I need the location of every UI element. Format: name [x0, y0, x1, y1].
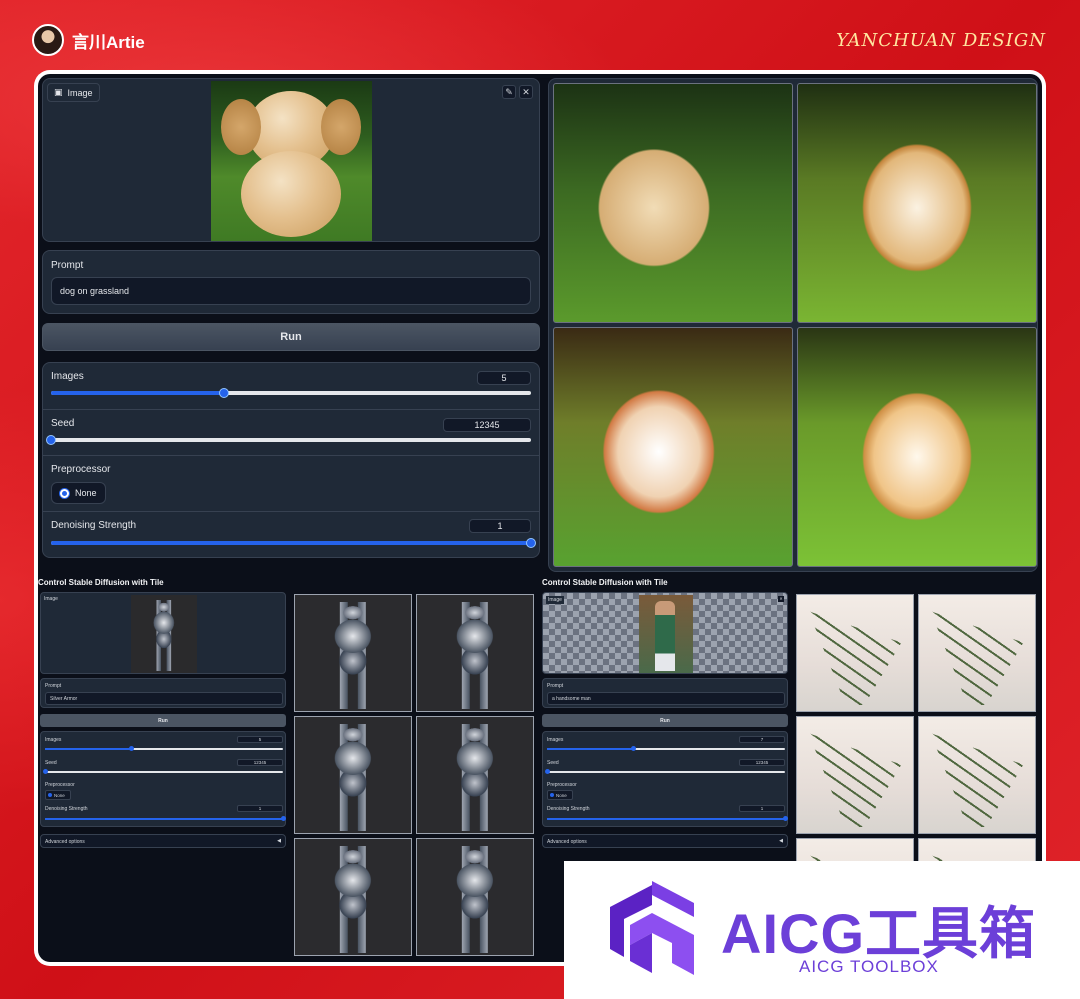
close-icon[interactable]: ✕: [778, 596, 784, 602]
seed-label: Seed: [51, 418, 75, 429]
seed-slider-thumb[interactable]: [46, 435, 56, 445]
mini-images-slider[interactable]: [45, 746, 283, 751]
mini-denoising-slider[interactable]: [45, 816, 286, 821]
advanced-options[interactable]: Advanced options ◀: [40, 834, 286, 848]
mini-prompt-panel: Prompt a handsome man: [542, 678, 788, 708]
mini-settings-panel: Images 5 Seed 12345 Preprocessor None De…: [40, 731, 286, 827]
demo-title: Control Stable Diffusion with Tile: [38, 578, 164, 587]
screenshot-frame: ▣ Image ✎ ✕ Prompt dog on grassland Run …: [34, 70, 1046, 966]
gallery-image[interactable]: [796, 716, 914, 834]
gallery-image[interactable]: [416, 716, 534, 834]
denoising-slider-thumb[interactable]: [526, 538, 536, 548]
prompt-panel: Prompt dog on grassland: [42, 250, 540, 314]
close-icon[interactable]: ✕: [519, 85, 533, 99]
seed-row: Seed 12345: [43, 410, 539, 456]
collapse-arrow-icon: ◀: [779, 838, 783, 844]
denoising-label: Denoising Strength: [51, 520, 137, 531]
aicg-logo-icon: [610, 881, 694, 975]
pencil-icon[interactable]: ✎: [502, 85, 516, 99]
image-label: ▣ Image: [47, 83, 100, 102]
author-brand: 言川Artie: [32, 24, 145, 56]
output-gallery: [548, 78, 1038, 572]
preprocessor-row: Preprocessor None: [43, 456, 539, 512]
seed-number[interactable]: 12345: [443, 418, 531, 432]
gallery-image[interactable]: [294, 838, 412, 956]
source-image: [211, 81, 372, 241]
collapse-arrow-icon: ◀: [277, 838, 281, 844]
settings-panel: Images 5 Seed 12345 Preprocessor None De…: [42, 362, 540, 558]
gallery-image[interactable]: [294, 716, 412, 834]
denoising-number[interactable]: 1: [469, 519, 531, 533]
mini-denoising-slider[interactable]: [547, 816, 788, 821]
mini-prompt-input[interactable]: a handsome man: [547, 692, 785, 705]
seed-slider[interactable]: [46, 435, 531, 445]
gallery-image[interactable]: [553, 327, 793, 567]
preprocessor-radio-none[interactable]: None: [51, 482, 106, 504]
radio-selected-icon: [60, 488, 69, 498]
mini-run-button[interactable]: Run: [40, 714, 286, 727]
mini-seed-slider[interactable]: [545, 769, 785, 774]
gallery-image[interactable]: [416, 838, 534, 956]
gallery-image[interactable]: [918, 594, 1036, 712]
mini-prompt-panel: Prompt Silver Armor: [40, 678, 286, 708]
gallery-image[interactable]: [294, 594, 412, 712]
mini-run-button[interactable]: Run: [542, 714, 788, 727]
aicg-watermark: AICG工具箱 AICG TOOLBOX: [564, 861, 1080, 999]
gallery-image[interactable]: [918, 716, 1036, 834]
preprocessor-label: Preprocessor: [51, 464, 111, 475]
gallery-image[interactable]: [797, 327, 1037, 567]
images-slider[interactable]: [51, 388, 531, 398]
run-button[interactable]: Run: [42, 323, 540, 351]
mini-source-image: [131, 595, 197, 673]
mini-seed-slider[interactable]: [43, 769, 283, 774]
images-number[interactable]: 5: [477, 371, 531, 385]
image-tools: ✎ ✕: [502, 85, 533, 99]
advanced-options[interactable]: Advanced options ◀: [542, 834, 788, 848]
denoising-row: Denoising Strength 1: [43, 512, 539, 559]
mini-images-slider[interactable]: [547, 746, 785, 751]
images-slider-thumb[interactable]: [218, 388, 229, 398]
images-row: Images 5: [43, 363, 539, 410]
mini-prompt-input[interactable]: Silver Armor: [45, 692, 283, 705]
design-signature: YANCHUAN DESIGN: [836, 30, 1046, 51]
author-name: 言川Artie: [72, 32, 145, 52]
gallery-image[interactable]: [796, 594, 914, 712]
prompt-input[interactable]: dog on grassland: [51, 277, 531, 305]
demo-title: Control Stable Diffusion with Tile: [542, 578, 668, 587]
aicg-subtitle: AICG TOOLBOX: [799, 957, 939, 976]
avatar: [32, 24, 64, 56]
mini-image-panel[interactable]: Image ✕: [542, 592, 788, 674]
images-label: Images: [51, 371, 84, 382]
image-icon: ▣: [54, 87, 63, 97]
gradio-app: ▣ Image ✎ ✕ Prompt dog on grassland Run …: [38, 74, 1042, 962]
mini-source-image: [639, 595, 693, 673]
input-column: ▣ Image ✎ ✕ Prompt dog on grassland Run …: [42, 78, 540, 572]
denoising-slider[interactable]: [51, 538, 536, 548]
mini-image-panel[interactable]: Image: [40, 592, 286, 674]
mini-preprocessor-radio[interactable]: None: [45, 790, 71, 800]
gallery-image[interactable]: [553, 83, 793, 323]
gallery-image[interactable]: [797, 83, 1037, 323]
gallery-image[interactable]: [416, 594, 534, 712]
image-upload-panel[interactable]: ▣ Image ✎ ✕: [42, 78, 540, 242]
mini-preprocessor-radio[interactable]: None: [547, 790, 573, 800]
mini-settings-panel: Images 7 Seed 12345 Preprocessor None De…: [542, 731, 788, 827]
prompt-label: Prompt: [51, 260, 84, 271]
